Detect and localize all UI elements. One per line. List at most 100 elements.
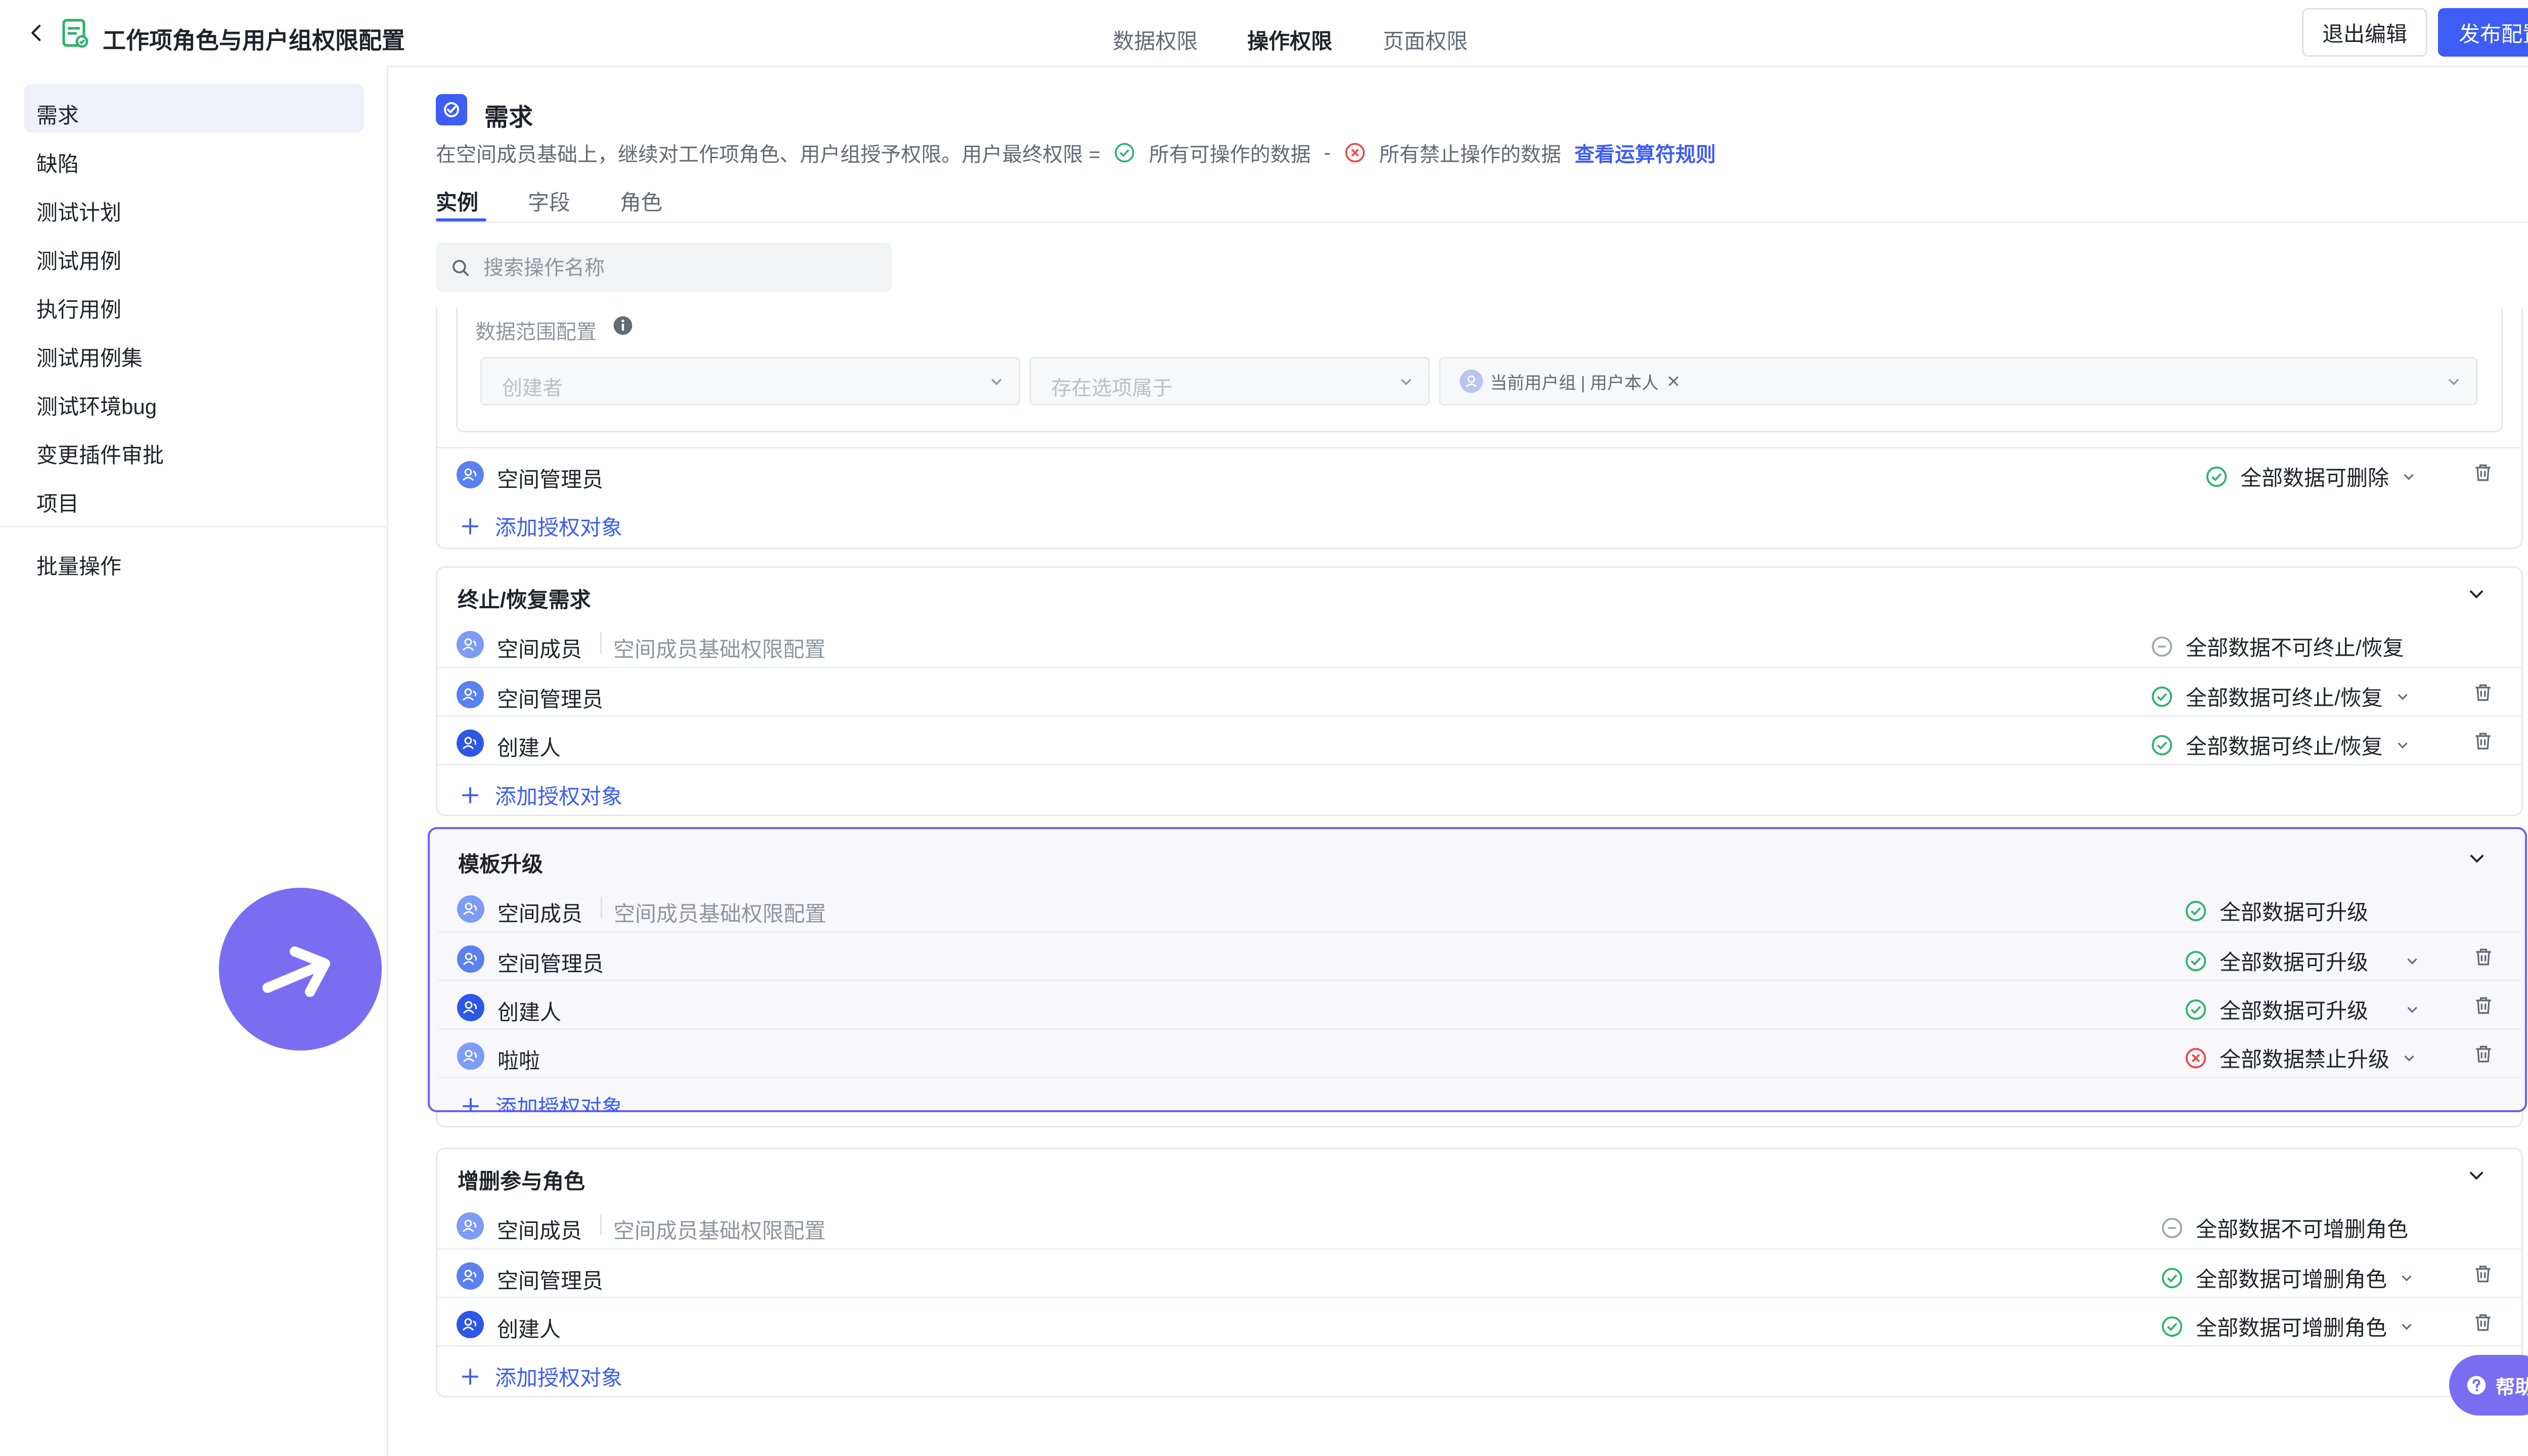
cursor-arrow-icon	[219, 888, 382, 1051]
role-name: 空间成员	[497, 1219, 582, 1243]
back-arrow-icon[interactable]	[26, 22, 48, 43]
trash-icon[interactable]	[2472, 1043, 2495, 1065]
subtab-field[interactable]: 字段	[528, 186, 570, 216]
add-auth-object-button[interactable]: 添加授权对象	[460, 511, 622, 541]
sidebar-item-requirement[interactable]: 需求	[24, 84, 364, 132]
sidebar-item-test-env-bug[interactable]: 测试环境bug	[24, 375, 364, 424]
permission-status: 全部数据可删除	[2240, 466, 2389, 490]
search-box[interactable]	[436, 243, 892, 293]
role-name: 空间成员	[497, 638, 582, 661]
permission-status-text: 全部数据禁止升级	[2220, 1048, 2390, 1071]
permission-row: 啦啦 全部数据禁止升级	[438, 1028, 2521, 1078]
permission-row: 空间成员 空间成员基础权限配置 全部数据不可终止/恢复	[437, 618, 2521, 667]
role-subtitle: 空间成员基础权限配置	[613, 638, 826, 661]
exit-edit-button[interactable]: 退出编辑	[2302, 8, 2427, 57]
sidebar-item-test-suite[interactable]: 测试用例集	[24, 327, 364, 375]
permission-row: 空间管理员 全部数据可升级	[438, 931, 2521, 981]
trash-icon[interactable]	[2472, 994, 2495, 1017]
separator	[601, 897, 602, 918]
help-button[interactable]: 帮助	[2449, 1355, 2528, 1416]
add-label: 添加授权对象	[495, 785, 623, 808]
add-auth-object-button[interactable]: 添加授权对象	[460, 1090, 623, 1112]
permission-status-select[interactable]: 全部数据可终止/恢复	[2150, 681, 2411, 712]
separator	[600, 1214, 602, 1235]
role-avatar-icon	[457, 1262, 484, 1290]
chevron-down-icon	[2401, 1050, 2418, 1067]
tab-page-permission[interactable]: 页面权限	[1383, 24, 1468, 55]
trash-icon[interactable]	[2472, 1263, 2494, 1285]
add-row: 添加授权对象	[437, 764, 2521, 814]
allow-check-icon	[2205, 465, 2228, 488]
chevron-down-icon[interactable]	[2466, 583, 2487, 604]
role-name: 创建人	[498, 1000, 562, 1024]
permission-status-select[interactable]: 全部数据可增删角色	[2160, 1311, 2415, 1342]
tab-operation-permission[interactable]: 操作权限	[1247, 24, 1332, 55]
sidebar-item-test-case[interactable]: 测试用例	[24, 230, 364, 278]
role-avatar-icon	[457, 945, 484, 973]
role-avatar-icon	[457, 1042, 484, 1070]
permission-status: 全部数据不可增删角色	[2160, 1212, 2408, 1243]
role-name: 空间管理员	[497, 468, 604, 491]
sidebar-item-project[interactable]: 项目	[24, 472, 364, 521]
add-row: 添加授权对象	[437, 1345, 2521, 1395]
chevron-down-icon[interactable]	[2466, 847, 2488, 869]
permission-status-select[interactable]: 全部数据可升级	[2184, 994, 2421, 1025]
plus-icon	[460, 1366, 481, 1387]
role-name: 创建人	[497, 736, 561, 760]
chevron-down-icon	[2404, 1001, 2421, 1018]
trash-icon[interactable]	[2472, 681, 2494, 704]
search-input[interactable]	[482, 243, 879, 293]
permission-status-select[interactable]: 全部数据可升级	[2184, 945, 2421, 976]
add-auth-object-button[interactable]: 添加授权对象	[460, 780, 622, 810]
role-name: 空间管理员	[497, 688, 604, 711]
permission-row: 空间管理员 全部数据可增删角色	[437, 1248, 2521, 1298]
sidebar-item-defect[interactable]: 缺陷	[24, 132, 364, 181]
sidebar-item-test-plan[interactable]: 测试计划	[24, 181, 364, 230]
sidebar-item-label: 测试用例集	[36, 346, 143, 370]
card-title: 模板升级	[458, 852, 544, 876]
trash-icon[interactable]	[2472, 1311, 2494, 1334]
permission-row: 创建人 全部数据可升级	[438, 980, 2521, 1030]
tab-data-permission[interactable]: 数据权限	[1113, 24, 1198, 55]
add-auth-object-button[interactable]: 添加授权对象	[460, 1361, 622, 1392]
permission-card-terminate-restore: 终止/恢复需求 空间成员 空间成员基础权限配置 全部数据不可终止/恢复 空间管理…	[436, 566, 2523, 816]
role-name: 空间管理员	[498, 952, 604, 976]
subtab-instance[interactable]: 实例	[436, 186, 478, 216]
trash-icon[interactable]	[2472, 462, 2494, 484]
permission-status-text: 全部数据可终止/恢复	[2186, 735, 2383, 758]
section-title: 需求	[484, 104, 533, 131]
chevron-down-icon	[2394, 688, 2411, 705]
card-title: 终止/恢复需求	[458, 588, 591, 612]
role-avatar-icon	[457, 994, 484, 1021]
plus-icon	[460, 516, 481, 537]
sidebar-item-plugin-approval[interactable]: 变更插件审批	[24, 424, 364, 472]
operator-rules-link[interactable]: 查看运算符规则	[1574, 138, 1716, 167]
permission-status-select[interactable]: 全部数据可增删角色	[2160, 1262, 2415, 1293]
add-label: 添加授权对象	[495, 516, 623, 539]
sidebar-item-label: 测试计划	[36, 201, 122, 224]
sidebar-item-label: 项目	[36, 492, 79, 516]
role-name: 啦啦	[498, 1049, 540, 1073]
card-title: 增删参与角色	[458, 1169, 585, 1193]
subtab-role[interactable]: 角色	[620, 186, 662, 216]
permission-status-select[interactable]: 全部数据禁止升级	[2184, 1042, 2418, 1073]
sidebar-item-label: 批量操作	[36, 555, 122, 578]
role-avatar-icon	[457, 895, 484, 923]
chevron-down-icon[interactable]	[2466, 1164, 2487, 1186]
permission-status-text: 全部数据可升级	[2220, 999, 2369, 1023]
permission-card-delete: 空间管理员 全部数据可删除 添加授权对象	[436, 307, 2523, 549]
description-text: 在空间成员基础上，继续对工作项角色、用户组授予权限。用户最终权限 =	[436, 144, 1101, 166]
role-name: 空间管理员	[497, 1269, 604, 1293]
chevron-down-icon	[2398, 1318, 2415, 1335]
sidebar-item-execute-case[interactable]: 执行用例	[24, 278, 364, 327]
permission-status-select[interactable]: 全部数据可删除	[2205, 461, 2417, 492]
permission-status: 全部数据可升级	[2184, 895, 2368, 926]
publish-config-button[interactable]: 发布配置	[2438, 8, 2528, 57]
allow-check-icon	[2150, 685, 2174, 708]
trash-icon[interactable]	[2472, 730, 2494, 752]
role-avatar-icon	[457, 631, 484, 658]
trash-icon[interactable]	[2472, 946, 2495, 968]
permission-status-select[interactable]: 全部数据可终止/恢复	[2150, 730, 2411, 760]
batch-operation-button[interactable]: 批量操作	[24, 535, 364, 583]
permission-card-template-upgrade: 模板升级 空间成员 空间成员基础权限配置 全部数据可升级 空间管理员 全部数据可…	[428, 827, 2527, 1112]
